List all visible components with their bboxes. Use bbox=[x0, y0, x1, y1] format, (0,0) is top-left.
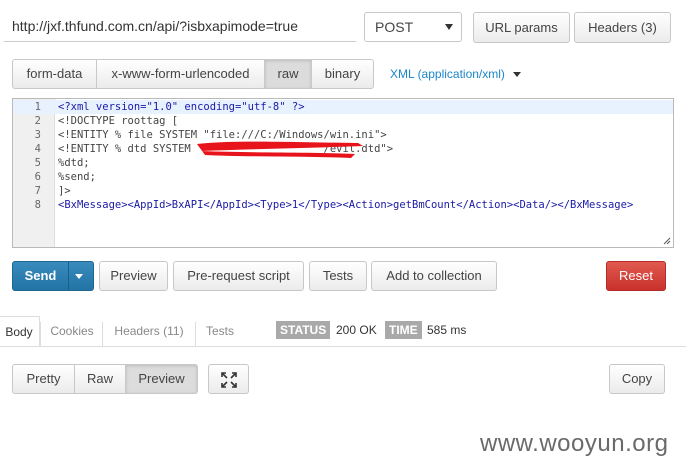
tab-raw[interactable]: raw bbox=[264, 59, 312, 89]
add-to-collection-button[interactable]: Add to collection bbox=[371, 261, 497, 291]
code-editor[interactable]: 1 <?xml version="1.0" encoding="utf-8" ?>… bbox=[12, 98, 674, 248]
chevron-down-icon bbox=[445, 24, 453, 30]
code-line: 8 <BxMessage><AppId>BxAPI</AppId><Type>1<… bbox=[13, 198, 673, 212]
tab-form-data[interactable]: form-data bbox=[12, 59, 97, 89]
chevron-down-icon bbox=[513, 72, 522, 78]
line-number: 4 bbox=[34, 143, 41, 155]
line-number: 1 bbox=[34, 101, 41, 113]
send-button[interactable]: Send bbox=[12, 261, 94, 291]
code-line: 2 <!DOCTYPE roottag [ bbox=[13, 114, 673, 128]
fullscreen-button[interactable] bbox=[208, 364, 249, 394]
pre-request-script-button[interactable]: Pre-request script bbox=[173, 261, 304, 291]
line-number: 5 bbox=[34, 157, 41, 169]
status-label: STATUS bbox=[276, 321, 331, 339]
tab-x-www-form-urlencoded[interactable]: x-www-form-urlencoded bbox=[96, 59, 265, 89]
pretty-button[interactable]: Pretty bbox=[12, 364, 75, 394]
line-number: 7 bbox=[34, 185, 41, 197]
code-line-text: <?xml version="1.0" encoding="utf-8" ?> bbox=[58, 101, 305, 113]
tab-separator bbox=[195, 322, 196, 346]
code-line: 6 %send; bbox=[13, 170, 673, 184]
response-divider bbox=[0, 346, 686, 347]
tab-headers[interactable]: Headers (11) bbox=[104, 316, 194, 346]
content-type-label: XML (application/xml) bbox=[390, 67, 505, 81]
url-input[interactable] bbox=[4, 10, 356, 42]
raw-button[interactable]: Raw bbox=[74, 364, 126, 394]
method-select[interactable]: POST bbox=[364, 12, 462, 42]
preview-view-button[interactable]: Preview bbox=[125, 364, 198, 394]
watermark: www.wooyun.org bbox=[480, 430, 669, 457]
redaction-mark bbox=[197, 141, 363, 158]
code-line-text: <BxMessage><AppId>BxAPI</AppId><Type>1</… bbox=[58, 199, 634, 211]
tab-tests[interactable]: Tests bbox=[196, 316, 244, 346]
send-label: Send bbox=[24, 268, 57, 283]
tests-button[interactable]: Tests bbox=[309, 261, 367, 291]
time-value: 585 ms bbox=[427, 323, 467, 337]
tab-body[interactable]: Body bbox=[0, 316, 40, 346]
headers-button[interactable]: Headers (3) bbox=[574, 12, 671, 43]
content-type-dropdown[interactable]: XML (application/xml) bbox=[390, 66, 522, 82]
code-line-text: ]> bbox=[58, 185, 71, 197]
tab-separator bbox=[40, 322, 41, 346]
tab-separator bbox=[102, 322, 103, 346]
tab-cookies[interactable]: Cookies bbox=[42, 316, 102, 346]
code-line-text: <!DOCTYPE roottag [ bbox=[58, 115, 179, 127]
expand-icon bbox=[221, 372, 237, 388]
time-label: TIME bbox=[385, 321, 422, 339]
copy-button[interactable]: Copy bbox=[609, 364, 665, 394]
send-divider bbox=[68, 262, 69, 290]
preview-button[interactable]: Preview bbox=[99, 261, 168, 291]
code-line: 1 <?xml version="1.0" encoding="utf-8" ?> bbox=[13, 100, 673, 114]
code-line-text: %dtd; bbox=[58, 157, 90, 169]
line-number: 2 bbox=[34, 115, 41, 127]
chevron-down-icon[interactable] bbox=[75, 274, 83, 279]
method-label: POST bbox=[375, 19, 414, 35]
resize-handle-icon[interactable] bbox=[663, 237, 671, 245]
line-number: 3 bbox=[34, 129, 41, 141]
line-number: 8 bbox=[34, 199, 41, 211]
url-params-button[interactable]: URL params bbox=[473, 12, 570, 43]
reset-button[interactable]: Reset bbox=[606, 261, 666, 291]
status-value: 200 OK bbox=[336, 323, 377, 337]
tab-binary[interactable]: binary bbox=[311, 59, 374, 89]
line-number: 6 bbox=[34, 171, 41, 183]
code-line: 7 ]> bbox=[13, 184, 673, 198]
code-line-text: %send; bbox=[58, 171, 96, 183]
